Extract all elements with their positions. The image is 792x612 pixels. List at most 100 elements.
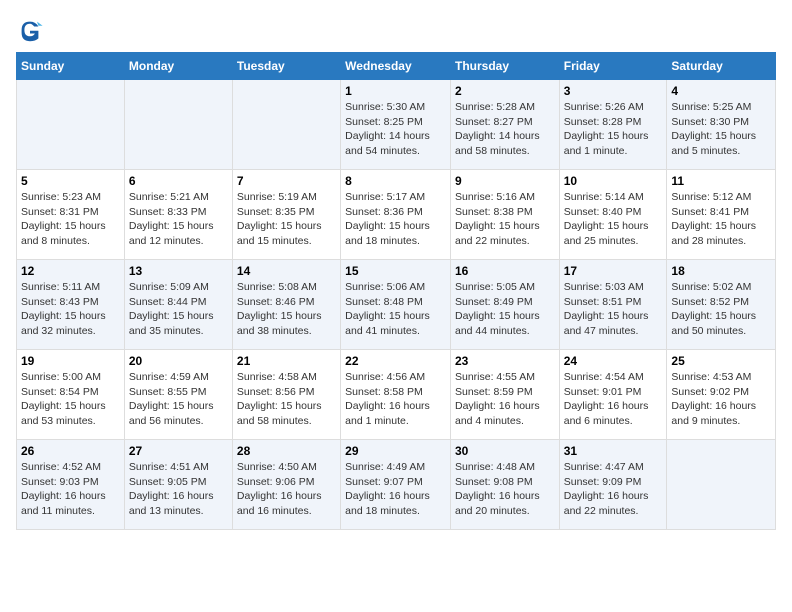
day-cell: 29 Sunrise: 4:49 AM Sunset: 9:07 PM Dayli… xyxy=(341,440,451,530)
day-cell xyxy=(232,80,340,170)
day-cell: 18 Sunrise: 5:02 AM Sunset: 8:52 PM Dayli… xyxy=(667,260,776,350)
day-number: 3 xyxy=(564,84,663,98)
header-tuesday: Tuesday xyxy=(232,53,340,80)
day-info: Sunrise: 4:50 AM Sunset: 9:06 PM Dayligh… xyxy=(237,460,336,519)
day-info: Sunrise: 4:51 AM Sunset: 9:05 PM Dayligh… xyxy=(129,460,228,519)
day-cell: 31 Sunrise: 4:47 AM Sunset: 9:09 PM Dayli… xyxy=(559,440,667,530)
day-number: 4 xyxy=(671,84,771,98)
day-cell: 3 Sunrise: 5:26 AM Sunset: 8:28 PM Daylig… xyxy=(559,80,667,170)
day-info: Sunrise: 4:47 AM Sunset: 9:09 PM Dayligh… xyxy=(564,460,663,519)
day-cell: 6Sunrise: 5:21 AM Sunset: 8:33 PM Daylig… xyxy=(124,170,232,260)
day-number: 17 xyxy=(564,264,663,278)
header-row: SundayMondayTuesdayWednesdayThursdayFrid… xyxy=(17,53,776,80)
day-cell: 11 Sunrise: 5:12 AM Sunset: 8:41 PM Dayli… xyxy=(667,170,776,260)
day-number: 20 xyxy=(129,354,228,368)
day-number: 23 xyxy=(455,354,555,368)
day-number: 27 xyxy=(129,444,228,458)
day-info: Sunrise: 4:49 AM Sunset: 9:07 PM Dayligh… xyxy=(345,460,446,519)
day-cell: 15Sunrise: 5:06 AM Sunset: 8:48 PM Dayli… xyxy=(341,260,451,350)
week-row-3: 12 Sunrise: 5:11 AM Sunset: 8:43 PM Dayli… xyxy=(17,260,776,350)
day-number: 18 xyxy=(671,264,771,278)
day-cell: 27 Sunrise: 4:51 AM Sunset: 9:05 PM Dayli… xyxy=(124,440,232,530)
day-info: Sunrise: 5:02 AM Sunset: 8:52 PM Dayligh… xyxy=(671,280,771,339)
day-cell: 7 Sunrise: 5:19 AM Sunset: 8:35 PM Daylig… xyxy=(232,170,340,260)
day-info: Sunrise: 4:55 AM Sunset: 8:59 PM Dayligh… xyxy=(455,370,555,429)
day-info: Sunrise: 4:54 AM Sunset: 9:01 PM Dayligh… xyxy=(564,370,663,429)
day-number: 22 xyxy=(345,354,446,368)
day-number: 11 xyxy=(671,174,771,188)
day-number: 26 xyxy=(21,444,120,458)
header-monday: Monday xyxy=(124,53,232,80)
day-cell xyxy=(17,80,125,170)
day-number: 14 xyxy=(237,264,336,278)
logo xyxy=(16,16,48,44)
header-thursday: Thursday xyxy=(450,53,559,80)
day-cell: 21 Sunrise: 4:58 AM Sunset: 8:56 PM Dayli… xyxy=(232,350,340,440)
day-number: 21 xyxy=(237,354,336,368)
day-number: 1 xyxy=(345,84,446,98)
day-info: Sunrise: 5:30 AM Sunset: 8:25 PM Dayligh… xyxy=(345,100,446,159)
header-friday: Friday xyxy=(559,53,667,80)
day-cell: 10Sunrise: 5:14 AM Sunset: 8:40 PM Dayli… xyxy=(559,170,667,260)
day-cell: 30Sunrise: 4:48 AM Sunset: 9:08 PM Dayli… xyxy=(450,440,559,530)
page-header xyxy=(16,16,776,44)
day-number: 9 xyxy=(455,174,555,188)
day-number: 8 xyxy=(345,174,446,188)
day-cell: 5 Sunrise: 5:23 AM Sunset: 8:31 PM Daylig… xyxy=(17,170,125,260)
week-row-1: 1 Sunrise: 5:30 AM Sunset: 8:25 PM Daylig… xyxy=(17,80,776,170)
day-number: 25 xyxy=(671,354,771,368)
day-cell: 24Sunrise: 4:54 AM Sunset: 9:01 PM Dayli… xyxy=(559,350,667,440)
day-cell: 17 Sunrise: 5:03 AM Sunset: 8:51 PM Dayli… xyxy=(559,260,667,350)
week-row-4: 19 Sunrise: 5:00 AM Sunset: 8:54 PM Dayli… xyxy=(17,350,776,440)
day-cell: 8 Sunrise: 5:17 AM Sunset: 8:36 PM Daylig… xyxy=(341,170,451,260)
header-sunday: Sunday xyxy=(17,53,125,80)
day-info: Sunrise: 5:23 AM Sunset: 8:31 PM Dayligh… xyxy=(21,190,120,249)
day-number: 2 xyxy=(455,84,555,98)
day-cell: 12 Sunrise: 5:11 AM Sunset: 8:43 PM Dayli… xyxy=(17,260,125,350)
day-number: 7 xyxy=(237,174,336,188)
day-info: Sunrise: 4:59 AM Sunset: 8:55 PM Dayligh… xyxy=(129,370,228,429)
day-info: Sunrise: 5:17 AM Sunset: 8:36 PM Dayligh… xyxy=(345,190,446,249)
day-number: 16 xyxy=(455,264,555,278)
day-info: Sunrise: 4:58 AM Sunset: 8:56 PM Dayligh… xyxy=(237,370,336,429)
day-cell xyxy=(667,440,776,530)
day-cell: 14 Sunrise: 5:08 AM Sunset: 8:46 PM Dayli… xyxy=(232,260,340,350)
day-number: 12 xyxy=(21,264,120,278)
day-info: Sunrise: 5:26 AM Sunset: 8:28 PM Dayligh… xyxy=(564,100,663,159)
day-cell: 4Sunrise: 5:25 AM Sunset: 8:30 PM Daylig… xyxy=(667,80,776,170)
day-info: Sunrise: 5:00 AM Sunset: 8:54 PM Dayligh… xyxy=(21,370,120,429)
day-info: Sunrise: 4:53 AM Sunset: 9:02 PM Dayligh… xyxy=(671,370,771,429)
day-cell: 25 Sunrise: 4:53 AM Sunset: 9:02 PM Dayli… xyxy=(667,350,776,440)
day-info: Sunrise: 5:16 AM Sunset: 8:38 PM Dayligh… xyxy=(455,190,555,249)
calendar-table: SundayMondayTuesdayWednesdayThursdayFrid… xyxy=(16,52,776,530)
day-number: 29 xyxy=(345,444,446,458)
day-info: Sunrise: 5:03 AM Sunset: 8:51 PM Dayligh… xyxy=(564,280,663,339)
day-cell: 22Sunrise: 4:56 AM Sunset: 8:58 PM Dayli… xyxy=(341,350,451,440)
day-number: 5 xyxy=(21,174,120,188)
day-cell: 23 Sunrise: 4:55 AM Sunset: 8:59 PM Dayli… xyxy=(450,350,559,440)
week-row-5: 26Sunrise: 4:52 AM Sunset: 9:03 PM Dayli… xyxy=(17,440,776,530)
day-cell: 16 Sunrise: 5:05 AM Sunset: 8:49 PM Dayli… xyxy=(450,260,559,350)
day-info: Sunrise: 5:21 AM Sunset: 8:33 PM Dayligh… xyxy=(129,190,228,249)
day-info: Sunrise: 5:28 AM Sunset: 8:27 PM Dayligh… xyxy=(455,100,555,159)
logo-icon xyxy=(16,16,44,44)
day-info: Sunrise: 5:08 AM Sunset: 8:46 PM Dayligh… xyxy=(237,280,336,339)
day-info: Sunrise: 5:19 AM Sunset: 8:35 PM Dayligh… xyxy=(237,190,336,249)
day-number: 28 xyxy=(237,444,336,458)
day-cell: 19 Sunrise: 5:00 AM Sunset: 8:54 PM Dayli… xyxy=(17,350,125,440)
day-cell: 13Sunrise: 5:09 AM Sunset: 8:44 PM Dayli… xyxy=(124,260,232,350)
day-cell: 20 Sunrise: 4:59 AM Sunset: 8:55 PM Dayli… xyxy=(124,350,232,440)
day-cell xyxy=(124,80,232,170)
week-row-2: 5 Sunrise: 5:23 AM Sunset: 8:31 PM Daylig… xyxy=(17,170,776,260)
day-cell: 28 Sunrise: 4:50 AM Sunset: 9:06 PM Dayli… xyxy=(232,440,340,530)
header-saturday: Saturday xyxy=(667,53,776,80)
day-info: Sunrise: 4:48 AM Sunset: 9:08 PM Dayligh… xyxy=(455,460,555,519)
day-number: 31 xyxy=(564,444,663,458)
day-cell: 26Sunrise: 4:52 AM Sunset: 9:03 PM Dayli… xyxy=(17,440,125,530)
day-info: Sunrise: 5:05 AM Sunset: 8:49 PM Dayligh… xyxy=(455,280,555,339)
day-cell: 2 Sunrise: 5:28 AM Sunset: 8:27 PM Daylig… xyxy=(450,80,559,170)
day-number: 19 xyxy=(21,354,120,368)
day-number: 10 xyxy=(564,174,663,188)
day-info: Sunrise: 5:12 AM Sunset: 8:41 PM Dayligh… xyxy=(671,190,771,249)
day-info: Sunrise: 5:11 AM Sunset: 8:43 PM Dayligh… xyxy=(21,280,120,339)
